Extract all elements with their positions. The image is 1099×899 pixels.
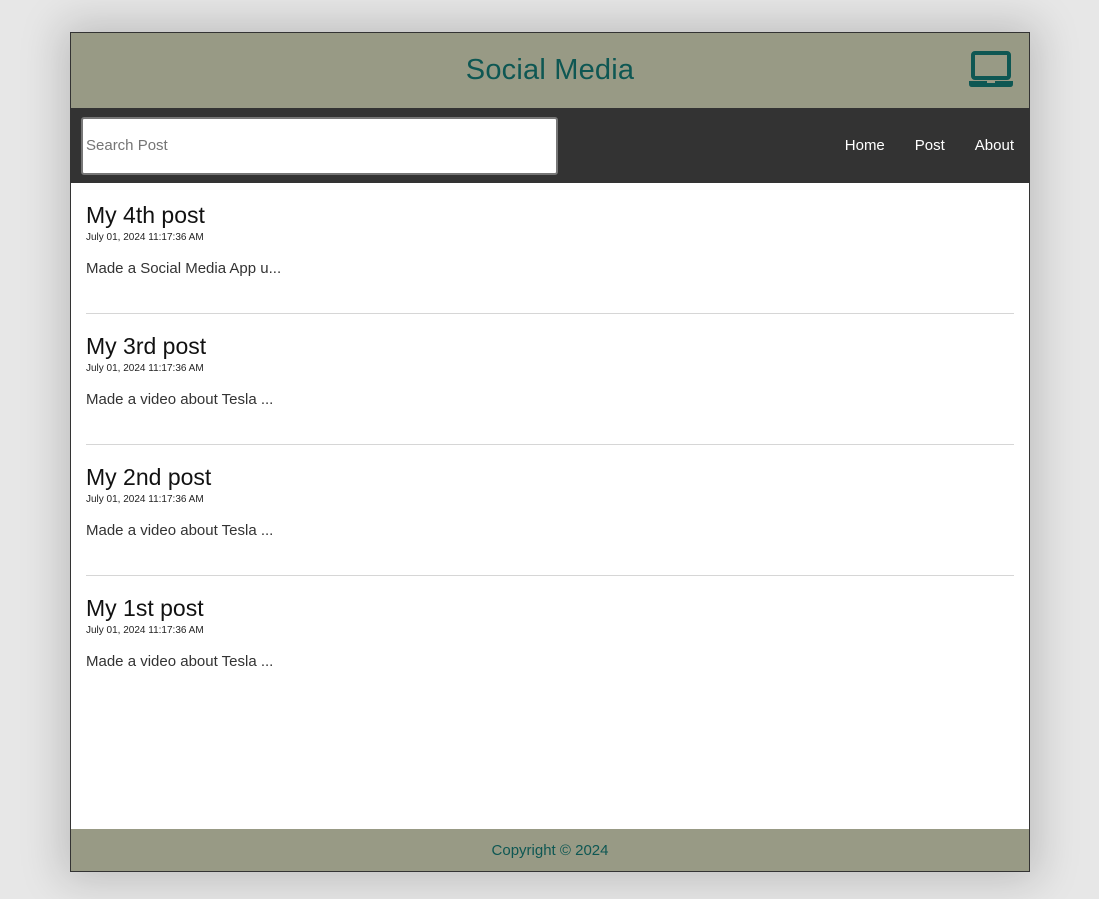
nav-menu: Home Post About: [830, 108, 1029, 183]
post-item[interactable]: My 2nd post July 01, 2024 11:17:36 AM Ma…: [86, 445, 1014, 576]
nav-link-post[interactable]: Post: [900, 108, 960, 183]
app-footer: Copyright © 2024: [71, 829, 1029, 871]
post-title[interactable]: My 3rd post: [86, 332, 1014, 360]
copyright-text: Copyright © 2024: [491, 841, 609, 859]
post-feed: My 4th post July 01, 2024 11:17:36 AM Ma…: [71, 183, 1029, 829]
post-snippet: Made a video about Tesla ...: [86, 522, 274, 539]
post-snippet: Made a video about Tesla ...: [86, 391, 274, 408]
app-header: Social Media: [71, 33, 1029, 108]
post-datetime: July 01, 2024 11:17:36 AM: [86, 625, 204, 636]
post-snippet: Made a video about Tesla ...: [86, 653, 274, 670]
nav-link-about[interactable]: About: [960, 108, 1029, 183]
search-input[interactable]: [81, 116, 558, 175]
laptop-icon: [969, 51, 1013, 87]
post-item[interactable]: My 3rd post July 01, 2024 11:17:36 AM Ma…: [86, 314, 1014, 445]
post-title[interactable]: My 4th post: [86, 201, 1014, 229]
post-item[interactable]: My 1st post July 01, 2024 11:17:36 AM Ma…: [86, 576, 1014, 706]
nav-bar: Home Post About: [71, 108, 1029, 183]
post-title[interactable]: My 1st post: [86, 594, 1014, 622]
post-datetime: July 01, 2024 11:17:36 AM: [86, 494, 204, 505]
post-item[interactable]: My 4th post July 01, 2024 11:17:36 AM Ma…: [86, 183, 1014, 314]
app-title: Social Media: [465, 54, 635, 86]
nav-link-home[interactable]: Home: [830, 108, 900, 183]
post-datetime: July 01, 2024 11:17:36 AM: [86, 232, 204, 243]
app-window: Social Media Home Post About My 4th post…: [70, 32, 1030, 872]
post-title[interactable]: My 2nd post: [86, 463, 1014, 491]
post-datetime: July 01, 2024 11:17:36 AM: [86, 363, 204, 374]
post-snippet: Made a Social Media App u...: [86, 260, 282, 277]
